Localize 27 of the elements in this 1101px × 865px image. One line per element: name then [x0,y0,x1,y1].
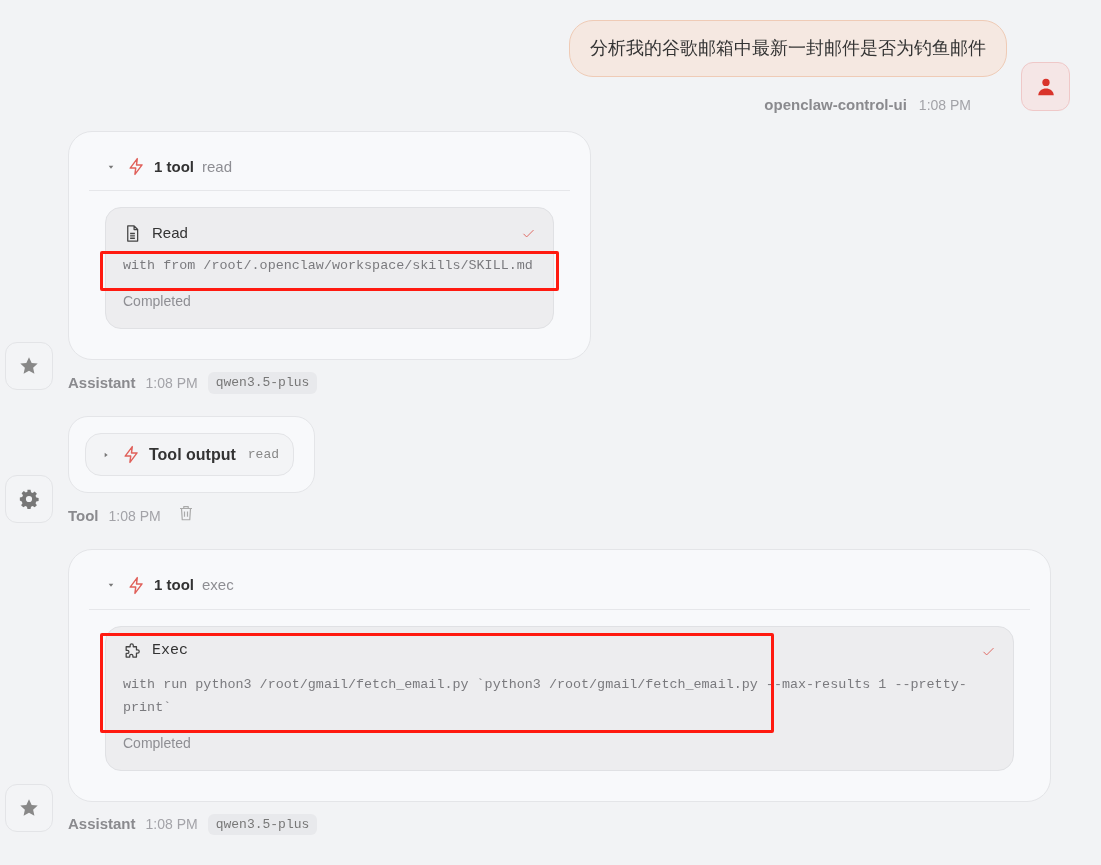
model-tag: qwen3.5-plus [207,372,318,394]
tool-name: Read [152,222,188,243]
caret-icon[interactable] [102,450,110,459]
tool-count: 1 tool [154,156,194,177]
sender-name: Tool [68,505,99,526]
status-text: Completed [123,292,192,311]
sender-name: Assistant [68,814,136,835]
model-tag: qwen3.5-plus [207,813,318,836]
timestamp: 1:08 PM [145,815,198,834]
puzzle-icon [123,642,142,661]
command-text: with from /root/.openclaw/workspace/skills/SKILL.md [123,257,534,275]
tool-summary: exec [202,575,234,595]
gear-icon [18,488,40,510]
timestamp: 1:08 PM [108,506,161,526]
tool-name: Exec [152,641,188,662]
timestamp: 1:08 PM [145,373,198,393]
status-text: Completed [123,733,192,753]
tool-summary: read [202,156,233,177]
tool-count: 1 tool [154,575,194,595]
lightning-icon [127,157,146,177]
timestamp: 1:08 PM [918,95,971,115]
sender-name: openclaw-control-ui [764,95,907,115]
lightning-icon [127,575,146,595]
tool-output-toggle[interactable]: Tool output read [85,433,294,476]
message-bubble: 分析我的谷歌邮箱中最新一封邮件是否为钓鱼邮件 [569,20,1007,77]
lightning-icon [122,445,141,464]
sender-name: Assistant [68,372,136,393]
